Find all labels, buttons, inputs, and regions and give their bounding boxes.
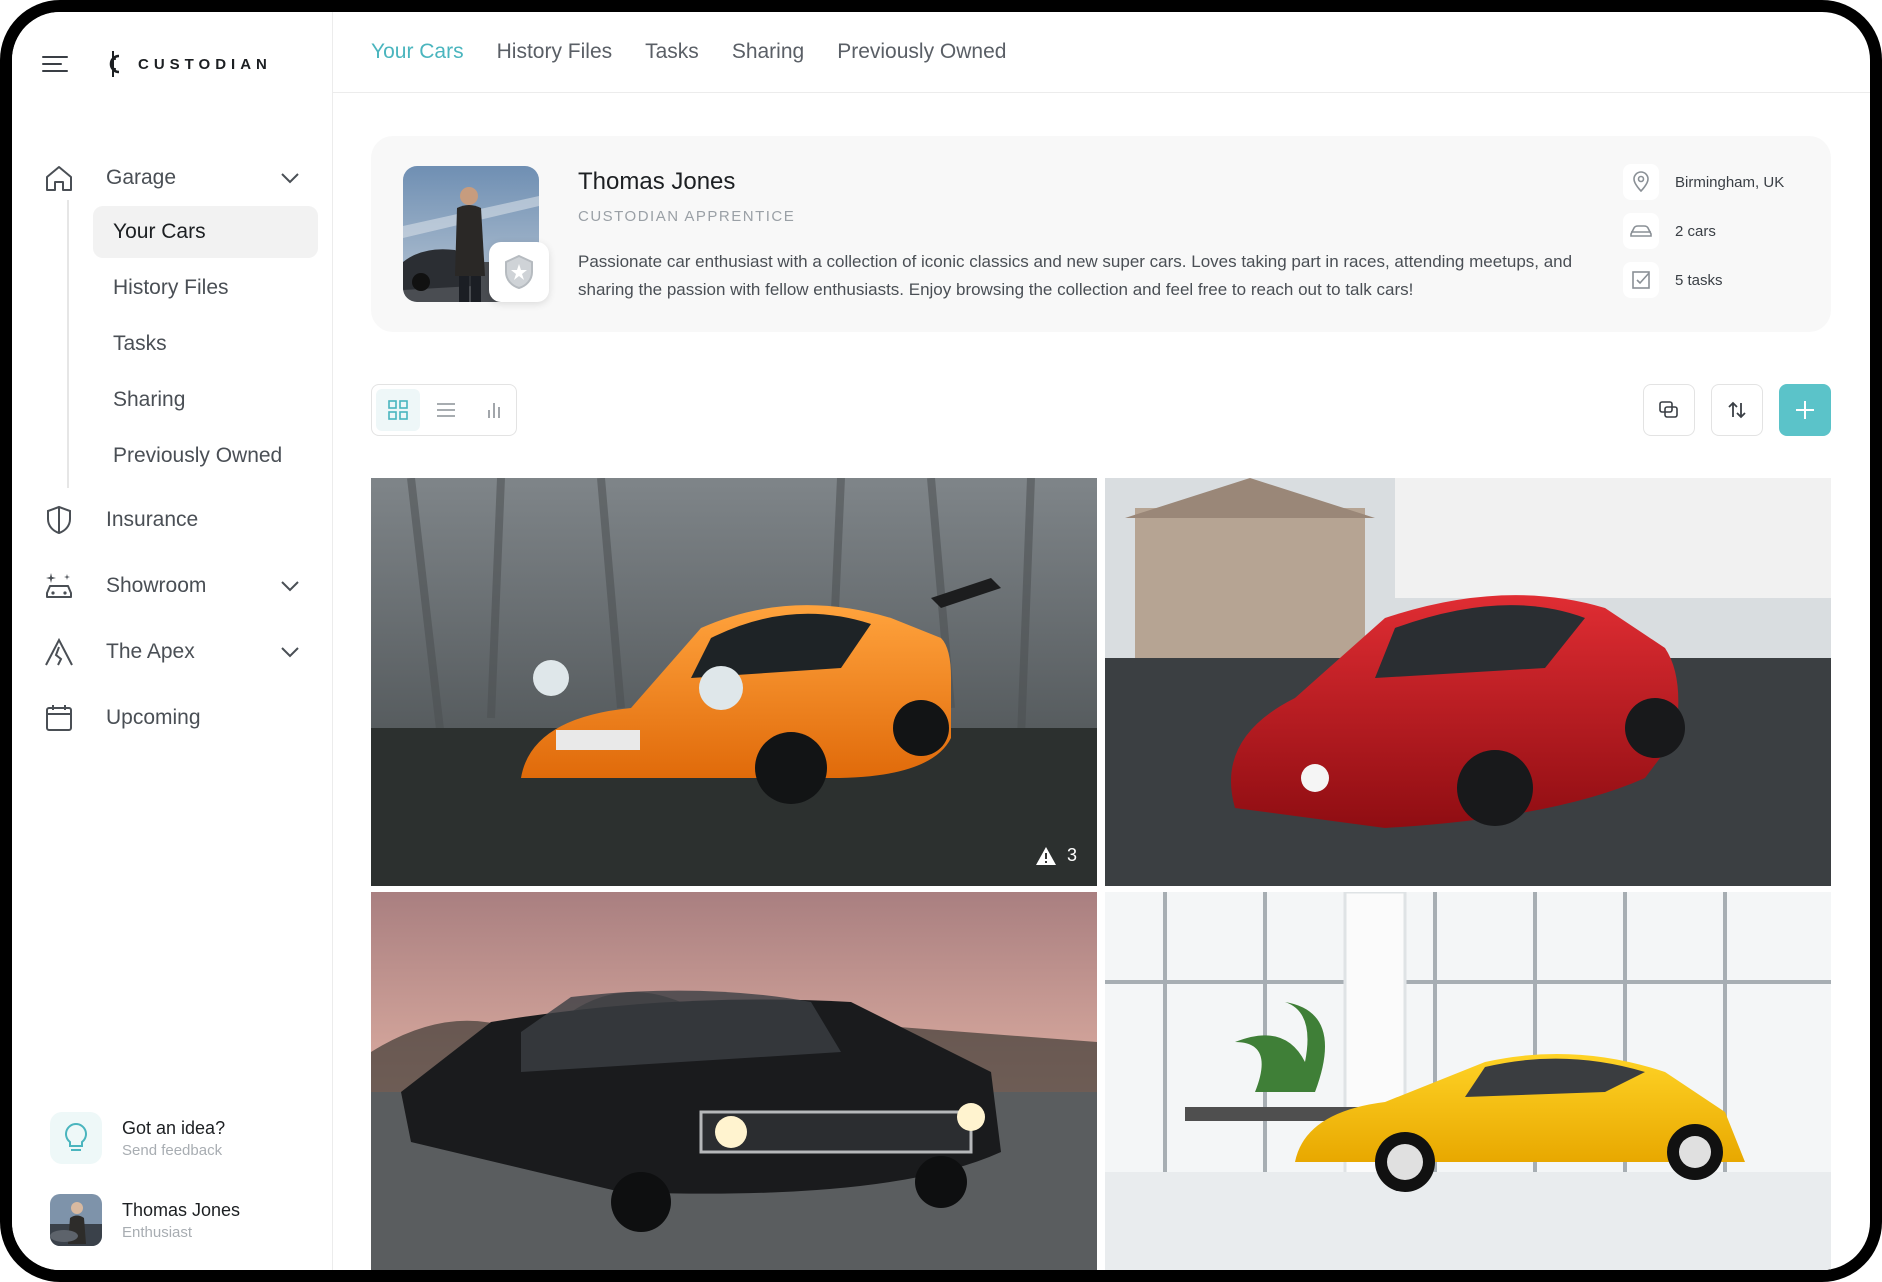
car-grid: 3	[371, 478, 1831, 1270]
car-icon	[1623, 213, 1659, 249]
location-pin-icon	[1623, 164, 1659, 200]
profile-card: Thomas Jones CUSTODIAN APPRENTICE Passio…	[371, 136, 1831, 332]
tab-sharing[interactable]: Sharing	[732, 40, 804, 64]
grid-icon	[388, 400, 408, 420]
hamburger-menu-icon[interactable]	[42, 54, 70, 74]
app-screen: CUSTODIAN Garage Your Cars History Files…	[12, 12, 1870, 1270]
chevron-down-icon[interactable]	[280, 172, 300, 184]
stats-view-button[interactable]	[472, 389, 516, 431]
task-check-icon	[1623, 262, 1659, 298]
sidebar-item-upcoming[interactable]: Upcoming	[12, 696, 332, 740]
sidebar-item-previously-owned[interactable]: Previously Owned	[93, 430, 318, 482]
sidebar-item-history-files[interactable]: History Files	[93, 262, 318, 314]
copy-button[interactable]	[1643, 384, 1695, 436]
device-frame: CUSTODIAN Garage Your Cars History Files…	[0, 0, 1882, 1282]
car-photo	[1105, 892, 1831, 1270]
shield-badge-icon	[505, 254, 533, 290]
sidebar-item-tasks[interactable]: Tasks	[93, 318, 318, 370]
stat-tasks: 5 tasks	[1623, 262, 1784, 298]
list-icon	[437, 403, 455, 417]
stat-cars-text: 2 cars	[1675, 222, 1716, 240]
tab-your-cars[interactable]: Your Cars	[371, 40, 464, 64]
sidebar-item-label: Insurance	[106, 508, 199, 531]
sidebar-item-label: Showroom	[106, 574, 207, 597]
user-profile-menu[interactable]: Thomas Jones Enthusiast	[50, 1194, 240, 1246]
brand-header: CUSTODIAN	[42, 48, 272, 80]
bar-chart-icon	[488, 403, 500, 418]
sidebar-item-the-apex[interactable]: The Apex	[12, 630, 332, 674]
avatar	[50, 1194, 102, 1246]
car-photo	[371, 478, 1097, 886]
sort-arrows-icon	[1728, 401, 1746, 419]
car-photo	[1105, 478, 1831, 886]
chevron-down-icon[interactable]	[280, 580, 300, 592]
feedback-title: Got an idea?	[122, 1117, 226, 1138]
sidebar-nav: Garage Your Cars History Files Tasks Sha…	[12, 148, 332, 740]
road-icon	[42, 635, 76, 669]
profile-role: CUSTODIAN APPRENTICE	[578, 208, 796, 225]
sidebar-item-label: Upcoming	[106, 706, 201, 729]
profile-name: Thomas Jones	[578, 168, 736, 195]
feedback-link[interactable]: Got an idea? Send feedback	[50, 1112, 225, 1164]
profile-stats: Birmingham, UK 2 cars 5 tasks	[1623, 164, 1784, 311]
stat-tasks-text: 5 tasks	[1675, 271, 1723, 289]
collection-toolbar	[371, 384, 1831, 436]
warning-count-badge[interactable]: 3	[1035, 845, 1077, 866]
home-icon	[42, 161, 76, 195]
brand-name: CUSTODIAN	[138, 55, 272, 73]
chevron-down-icon[interactable]	[280, 646, 300, 658]
car-photo	[371, 892, 1097, 1270]
copy-icon	[1659, 401, 1678, 418]
sidebar-item-showroom[interactable]: Showroom	[12, 564, 332, 608]
tab-previously-owned[interactable]: Previously Owned	[837, 40, 1006, 64]
tab-history-files[interactable]: History Files	[497, 40, 613, 64]
sidebar: CUSTODIAN Garage Your Cars History Files…	[12, 12, 333, 1270]
sparkle-car-icon	[42, 569, 76, 603]
sidebar-item-label: The Apex	[106, 640, 195, 663]
grid-view-button[interactable]	[376, 389, 420, 431]
warning-triangle-icon	[1035, 846, 1056, 865]
list-view-button[interactable]	[424, 389, 468, 431]
sort-button[interactable]	[1711, 384, 1763, 436]
sidebar-item-insurance[interactable]: Insurance	[12, 498, 332, 542]
main-content: Your Cars History Files Tasks Sharing Pr…	[333, 12, 1870, 1270]
stat-location: Birmingham, UK	[1623, 164, 1784, 200]
lightbulb-icon	[50, 1112, 102, 1164]
profile-bio: Passionate car enthusiast with a collect…	[578, 252, 1573, 299]
calendar-icon	[42, 701, 76, 735]
add-car-button[interactable]	[1779, 384, 1831, 436]
top-nav: Your Cars History Files Tasks Sharing Pr…	[333, 12, 1870, 93]
view-toggle-group	[371, 384, 517, 436]
sidebar-item-label: Garage	[106, 166, 177, 189]
car-card-yellow-diablo[interactable]	[1105, 892, 1831, 1270]
tab-tasks[interactable]: Tasks	[645, 40, 699, 64]
feedback-subtitle: Send feedback	[122, 1141, 223, 1159]
warning-count: 3	[1066, 845, 1077, 865]
plus-icon	[1796, 401, 1814, 419]
car-card-orange-porsche[interactable]: 3	[371, 478, 1097, 886]
sidebar-item-your-cars[interactable]: Your Cars	[93, 206, 318, 258]
stat-location-text: Birmingham, UK	[1675, 173, 1785, 191]
car-card-red-mazda[interactable]	[1105, 478, 1831, 886]
garage-submenu: Your Cars History Files Tasks Sharing Pr…	[67, 200, 332, 488]
user-role: Enthusiast	[122, 1223, 193, 1241]
stat-cars: 2 cars	[1623, 213, 1784, 249]
custodian-logo-icon	[109, 51, 120, 77]
user-name: Thomas Jones	[122, 1199, 241, 1220]
car-card-black-impala[interactable]	[371, 892, 1097, 1270]
sidebar-item-garage[interactable]: Garage	[12, 156, 332, 200]
shield-icon	[42, 503, 76, 537]
sidebar-item-sharing[interactable]: Sharing	[93, 374, 318, 426]
rank-badge	[489, 242, 549, 302]
